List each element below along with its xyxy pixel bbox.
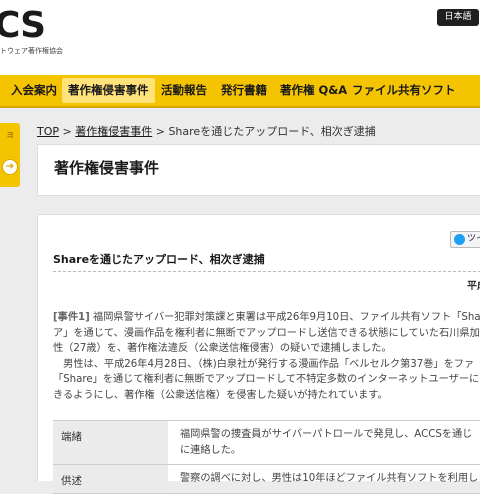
article-content: ツイ Shareを通じたアップロード、相次ぎ逮捕 平成 [事件1] 福岡県警サイ… bbox=[37, 214, 480, 494]
nav-item-publications[interactable]: 発行書籍 bbox=[221, 75, 267, 106]
site-logo-subtitle: トウェア著作権協会 bbox=[0, 47, 63, 55]
article-line: 「Share」を通じて権利者に無断でアップロードして不特定多数のインターネットユ… bbox=[53, 374, 480, 385]
sidebar-tab-label: ョ bbox=[5, 130, 15, 140]
table-row: 供述 警察の調べに対し、男性は10年ほどファイル共有ソフトを利用し bbox=[53, 465, 480, 494]
article-body: [事件1] 福岡県警サイバー犯罪対策課と東署は平成26年9月10日、ファイル共有… bbox=[53, 310, 480, 403]
case-details-table: 端緒 福岡県警の捜査員がサイバーパトロールで発見し、ACCSを通じ に連絡した。… bbox=[53, 420, 480, 494]
site-header: CS トウェア著作権協会 日本語 bbox=[0, 0, 480, 75]
breadcrumb-top-link[interactable]: TOP bbox=[37, 125, 59, 138]
article-line: きるようにし、著作権（公衆送信権）を侵害した疑いが持たれています。 bbox=[53, 389, 388, 401]
table-cell: 警察の調べに対し、男性は10年ほどファイル共有ソフトを利用し bbox=[168, 465, 480, 493]
breadcrumb-separator: > bbox=[155, 125, 165, 138]
main-nav: 入会案内 著作権侵害事件 活動報告 発行書籍 著作権 Q&A ファイル共有ソフト bbox=[0, 75, 480, 108]
article-date: 平成 bbox=[467, 281, 480, 292]
nav-item-file-sharing[interactable]: ファイル共有ソフト bbox=[352, 75, 456, 106]
article-text: 福岡県警サイバー犯罪対策課と東署は平成26年9月10日、ファイル共有ソフト「Sh… bbox=[89, 312, 480, 323]
cell-line: 福岡県警の捜査員がサイバーパトロールで発見し、ACCSを通じ bbox=[180, 429, 473, 440]
row-label: 供述 bbox=[61, 475, 82, 487]
nav-item-membership[interactable]: 入会案内 bbox=[11, 75, 57, 106]
article-line: 男性は、平成26年4月28日、（株)白泉社が発行する漫画作品「ベルセルク第37巻… bbox=[53, 358, 475, 370]
breadcrumb-section-link[interactable]: 著作権侵害事件 bbox=[75, 125, 152, 138]
nav-item-activity-report[interactable]: 活動報告 bbox=[161, 75, 207, 106]
cell-line: 警察の調べに対し、男性は10年ほどファイル共有ソフトを利用し bbox=[180, 473, 479, 484]
table-row: 端緒 福岡県警の捜査員がサイバーパトロールで発見し、ACCSを通じ に連絡した。 bbox=[53, 421, 480, 465]
case-heading: [事件1] bbox=[53, 312, 90, 323]
divider bbox=[53, 271, 480, 272]
breadcrumb: TOP > 著作権侵害事件 > Shareを通じたアップロード、相次ぎ逮捕 bbox=[37, 123, 376, 139]
page-title-box: 著作権侵害事件 bbox=[37, 144, 480, 196]
nav-item-copyright-qa[interactable]: 著作権 Q&A bbox=[280, 75, 347, 106]
article-line: 性（27歳）を、著作権法違反（公衆送信権侵害）の疑いで逮捕しました。 bbox=[53, 343, 392, 354]
nav-item-infringement-cases[interactable]: 著作権侵害事件 bbox=[62, 78, 155, 103]
breadcrumb-current: Shareを通じたアップロード、相次ぎ逮捕 bbox=[168, 125, 376, 138]
sidebar-tab[interactable]: ョ ➔ bbox=[0, 123, 20, 187]
row-label: 端緒 bbox=[61, 431, 82, 443]
page-title: 著作権侵害事件 bbox=[54, 159, 160, 177]
arrow-right-icon[interactable]: ➔ bbox=[2, 159, 18, 175]
tweet-button-label: ツイ bbox=[467, 234, 480, 244]
twitter-bird-icon bbox=[454, 234, 465, 245]
table-header-cell: 端緒 bbox=[53, 421, 168, 464]
table-header-cell: 供述 bbox=[53, 465, 168, 493]
table-cell: 福岡県警の捜査員がサイバーパトロールで発見し、ACCSを通じ に連絡した。 bbox=[168, 421, 480, 464]
site-logo[interactable]: CS bbox=[0, 6, 46, 46]
tweet-button[interactable]: ツイ bbox=[450, 231, 480, 248]
article-line: [事件1] 福岡県警サイバー犯罪対策課と東署は平成26年9月10日、ファイル共有… bbox=[53, 310, 480, 326]
cell-line: に連絡した。 bbox=[180, 444, 242, 456]
language-button[interactable]: 日本語 bbox=[437, 9, 479, 26]
breadcrumb-separator: > bbox=[62, 125, 72, 138]
article-title: Shareを通じたアップロード、相次ぎ逮捕 bbox=[53, 253, 265, 266]
article-line: ア」を通じて、漫画作品を権利者に無断でアップロードし送信できる状態にしていた石川… bbox=[53, 327, 480, 339]
